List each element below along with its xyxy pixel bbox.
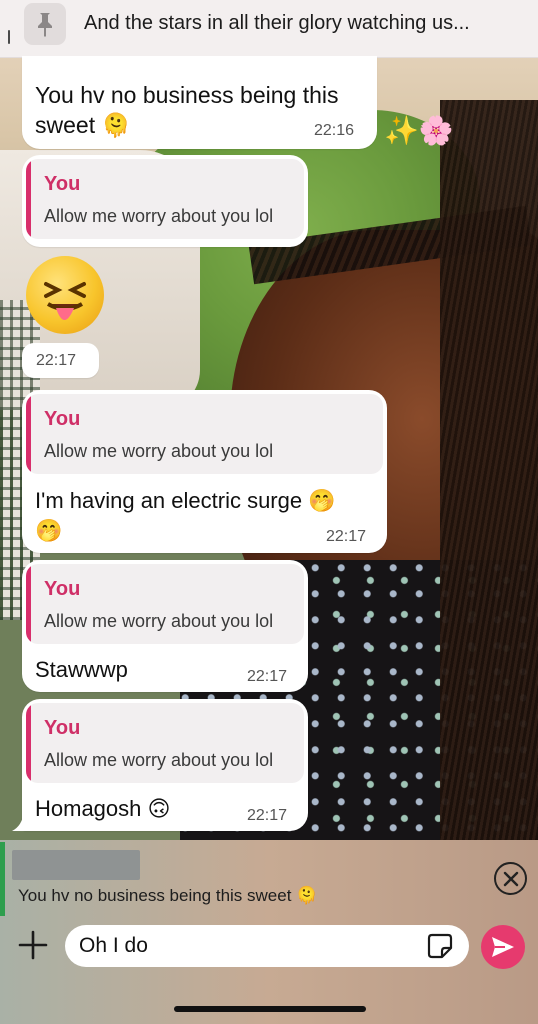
- send-icon[interactable]: [481, 925, 525, 969]
- sparkle-decoration: ✨🌸: [384, 115, 454, 146]
- reply-text: You hv no business being this sweet 🫠: [18, 886, 318, 905]
- quote-author: You: [44, 717, 81, 739]
- pinned-message-bar[interactable]: And the stars in all their glory watchin…: [0, 0, 538, 58]
- message-bubble[interactable]: You hv no business being this sweet 🫠 22…: [22, 56, 377, 149]
- quoted-message[interactable]: You Allow me worry about you lol: [26, 394, 383, 474]
- message-time: 22:16: [314, 122, 355, 139]
- reply-author-redacted: [12, 850, 140, 880]
- quote-text: Allow me worry about you lol: [44, 611, 274, 631]
- sticker-icon[interactable]: [427, 933, 453, 959]
- message-text: Homagosh 🙃: [35, 796, 171, 821]
- emoji-time-bubble: 22:17: [22, 343, 99, 378]
- quoted-message[interactable]: You Allow me worry about you lol: [26, 159, 304, 239]
- message-time: 22:17: [247, 807, 288, 824]
- message-bubble[interactable]: You Allow me worry about you lol I'm hav…: [22, 390, 387, 553]
- pinned-indicator: [8, 30, 10, 44]
- message-text: You hv no business being this: [35, 82, 339, 108]
- quoted-message[interactable]: You Allow me worry about you lol: [26, 703, 304, 783]
- message-input-value: Oh I do: [79, 934, 148, 957]
- wallpaper-hair: [440, 100, 538, 860]
- message-text: Stawwwp: [35, 657, 128, 682]
- bubble-tail: [12, 812, 28, 831]
- message-text: 🤭: [35, 518, 63, 543]
- message-bubble[interactable]: You Allow me worry about you lol: [22, 155, 308, 247]
- message-bubble[interactable]: You Allow me worry about you lol Stawwwp…: [22, 560, 308, 692]
- message-time: 22:17: [326, 528, 367, 545]
- quote-text: Allow me worry about you lol: [44, 206, 274, 226]
- close-icon[interactable]: [494, 862, 527, 895]
- emoji-sticker-face[interactable]: 😝: [26, 256, 104, 334]
- message-input[interactable]: Oh I do: [65, 925, 469, 967]
- quote-author: You: [44, 578, 81, 600]
- pinned-message-text: And the stars in all their glory watchin…: [84, 12, 470, 34]
- pin-icon: [24, 3, 66, 45]
- message-text: sweet 🫠: [35, 112, 131, 138]
- reply-preview[interactable]: You hv no business being this sweet 🫠: [0, 842, 538, 916]
- quote-author: You: [44, 408, 81, 430]
- message-text: I'm having an electric surge 🤭: [35, 488, 336, 513]
- quoted-message[interactable]: You Allow me worry about you lol: [26, 564, 304, 644]
- plus-icon[interactable]: [16, 928, 50, 962]
- quote-text: Allow me worry about you lol: [44, 750, 274, 770]
- quote-text: Allow me worry about you lol: [44, 441, 274, 461]
- message-time: 22:17: [36, 352, 77, 369]
- message-time: 22:17: [247, 668, 288, 685]
- message-bubble[interactable]: You Allow me worry about you lol Homagos…: [22, 699, 308, 831]
- quote-author: You: [44, 173, 81, 195]
- reply-accent-line: [0, 842, 5, 916]
- home-indicator[interactable]: [174, 1006, 366, 1012]
